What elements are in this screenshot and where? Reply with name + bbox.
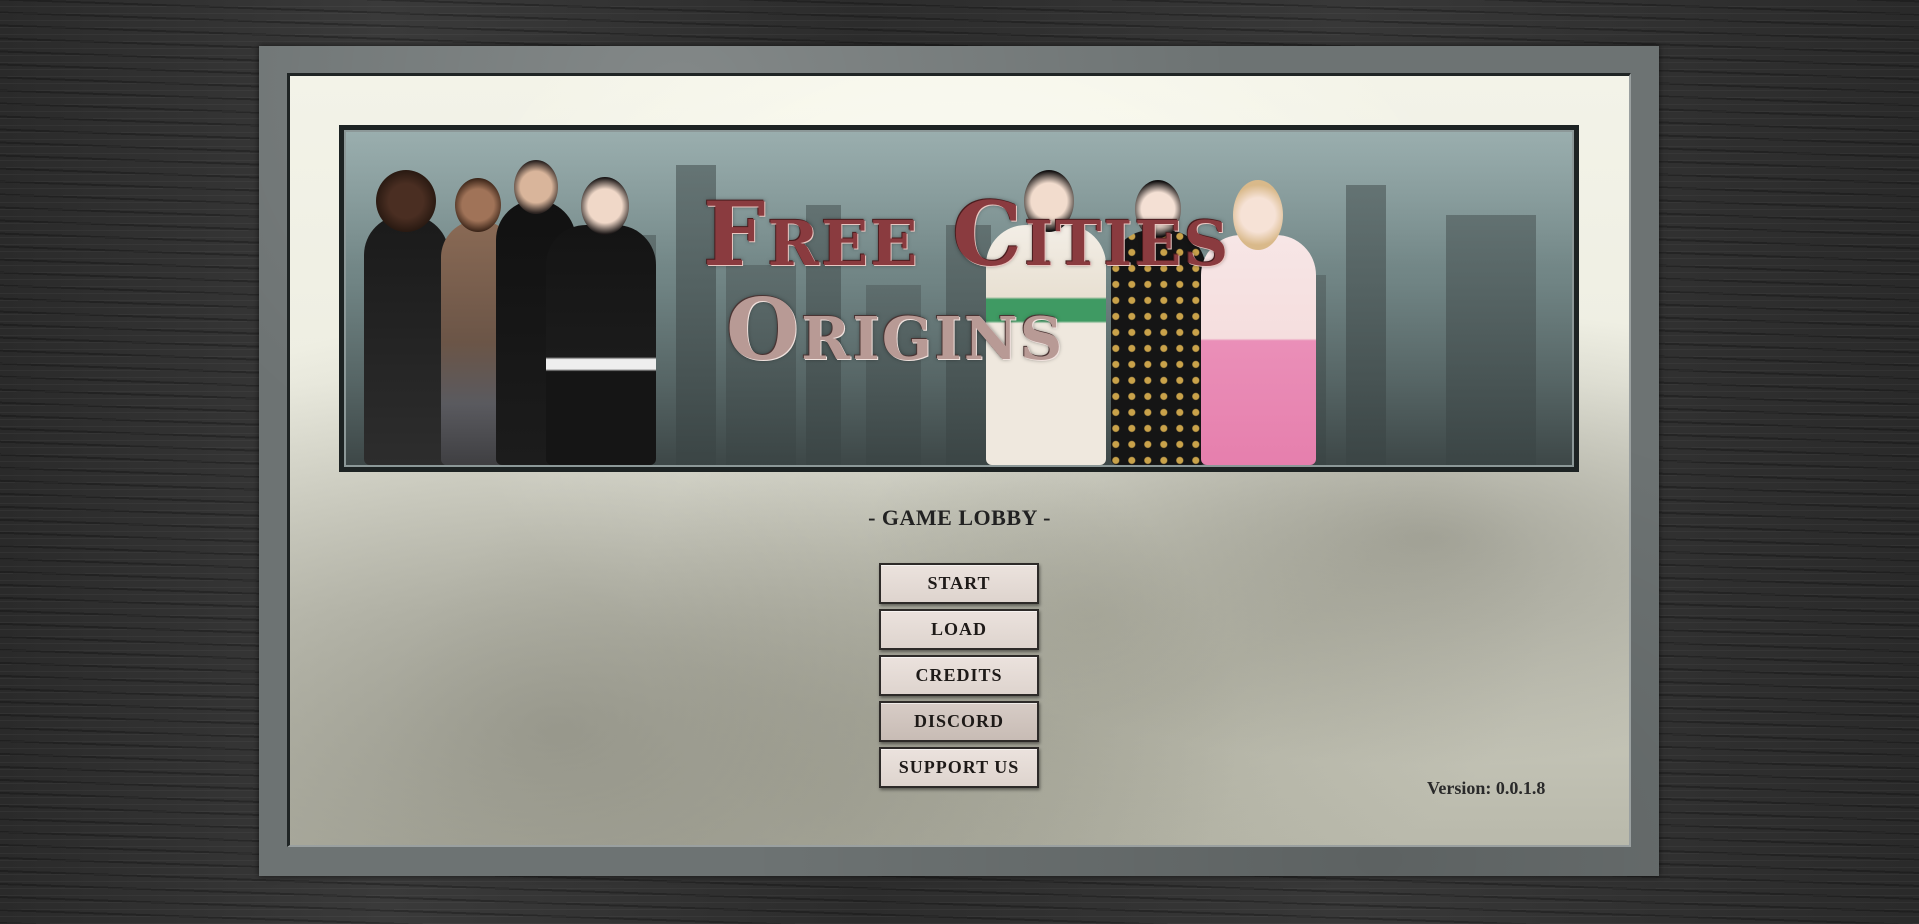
lobby-heading: - GAME LOBBY - [868, 505, 1051, 530]
banner-artwork: Free Cities Origins [344, 130, 1574, 467]
city-building [1346, 185, 1386, 465]
discord-button[interactable]: DISCORD [879, 701, 1039, 742]
load-button[interactable]: LOAD [879, 609, 1039, 650]
game-logo-title: Free Cities [703, 182, 1231, 286]
title-banner: Free Cities Origins [339, 125, 1579, 472]
game-logo-subtitle: Origins [726, 280, 1065, 379]
character-figure [546, 177, 656, 465]
start-button[interactable]: START [879, 563, 1039, 604]
credits-button[interactable]: CREDITS [879, 655, 1039, 696]
main-menu: START LOAD CREDITS DISCORD SUPPORT US [879, 563, 1039, 793]
character-figure [364, 170, 449, 465]
city-building [1446, 215, 1536, 465]
version-label: Version: 0.0.1.8 [1427, 778, 1546, 798]
support-us-button[interactable]: SUPPORT US [879, 747, 1039, 788]
